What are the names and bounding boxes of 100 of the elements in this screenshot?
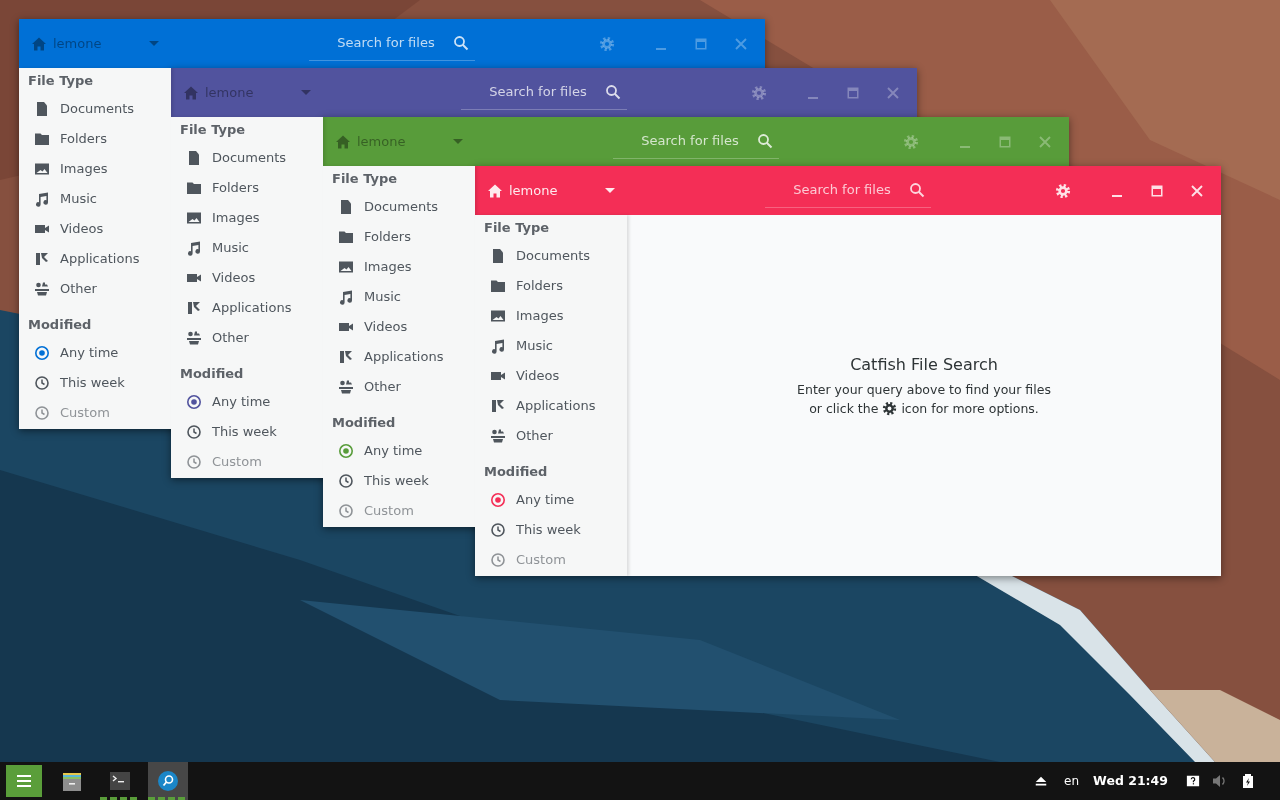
sidebar-item[interactable]: Folders [171, 173, 323, 203]
section-title: Modified [331, 414, 397, 433]
close-icon [1037, 133, 1053, 150]
settings-icon [751, 84, 767, 101]
folder-icon [490, 278, 506, 294]
sidebar-item[interactable]: Documents [323, 192, 475, 222]
sidebar-item[interactable]: Any time [19, 338, 171, 368]
battery-icon [1240, 773, 1256, 789]
sidebar-item[interactable]: Applications [171, 293, 323, 323]
section-title: Modified [483, 463, 549, 482]
home-icon [183, 84, 199, 101]
toolbox-icon [490, 428, 506, 444]
sidebar-item[interactable]: This week [475, 515, 627, 545]
section-title: File Type [27, 72, 95, 91]
sidebar-item[interactable]: This week [323, 466, 475, 496]
minimize-icon [808, 96, 818, 99]
folder-icon [34, 131, 50, 147]
section-title: Modified [27, 316, 93, 335]
sidebar-item[interactable]: Folders [323, 222, 475, 252]
keyboard-layout[interactable]: en [1064, 772, 1080, 790]
sidebar-item[interactable]: Any time [171, 387, 323, 417]
search-icon [605, 84, 621, 100]
section-title: File Type [483, 219, 551, 238]
help-icon [1186, 774, 1200, 788]
volume-icon [1212, 773, 1228, 789]
sidebar-item[interactable]: Images [323, 252, 475, 282]
sidebar-item[interactable]: Documents [475, 241, 627, 271]
applications-icon [34, 251, 50, 267]
image-icon [34, 161, 50, 177]
search-field[interactable]: Search for files [775, 179, 909, 201]
image-icon [338, 259, 354, 275]
sidebar-item[interactable]: Videos [171, 263, 323, 293]
empty-state-text: or click the [809, 399, 879, 418]
sidebar-item[interactable]: Videos [19, 214, 171, 244]
toolbox-icon [338, 379, 354, 395]
sidebar-item[interactable]: Music [19, 184, 171, 214]
applications-icon [186, 300, 202, 316]
sidebar-item[interactable]: Folders [19, 124, 171, 154]
sidebar-item[interactable]: Applications [323, 342, 475, 372]
empty-state-text: Enter your query above to find your files [797, 380, 1051, 399]
menu-button[interactable] [6, 765, 42, 797]
taskbar-button[interactable] [148, 762, 188, 800]
applications-icon [338, 349, 354, 365]
music-note-icon [338, 289, 354, 305]
image-icon [186, 210, 202, 226]
home-icon [31, 35, 47, 52]
caret-icon [453, 139, 463, 144]
sidebar-item[interactable]: Images [171, 203, 323, 233]
search-app-icon [158, 771, 178, 791]
search-field[interactable]: Search for files [623, 130, 757, 152]
sidebar-item[interactable]: Other [19, 274, 171, 304]
close-icon [733, 35, 749, 52]
sidebar-item[interactable]: Any time [323, 436, 475, 466]
folder-icon [338, 229, 354, 245]
empty-state-text: icon for more options. [901, 399, 1039, 418]
sidebar-item[interactable]: Videos [323, 312, 475, 342]
sidebar-item[interactable]: Folders [475, 271, 627, 301]
sidebar-item[interactable]: Music [475, 331, 627, 361]
sidebar-item[interactable]: Documents [19, 94, 171, 124]
document-icon [34, 101, 50, 117]
sidebar-item[interactable]: This week [171, 417, 323, 447]
search-field[interactable]: Search for files [319, 32, 453, 54]
sidebar-item[interactable]: Images [19, 154, 171, 184]
sidebar-item[interactable]: Music [323, 282, 475, 312]
music-note-icon [34, 191, 50, 207]
clock[interactable]: Wed 21:49 [1093, 771, 1168, 791]
close-icon [1189, 182, 1205, 199]
caret-icon [605, 188, 615, 193]
sidebar-item[interactable]: Applications [475, 391, 627, 421]
sidebar-item[interactable]: Images [475, 301, 627, 331]
minimize-icon [1112, 194, 1122, 197]
applications-icon [490, 398, 506, 414]
sidebar-item[interactable]: Documents [171, 143, 323, 173]
sidebar-item[interactable]: This week [19, 368, 171, 398]
image-icon [490, 308, 506, 324]
music-note-icon [490, 338, 506, 354]
terminal-icon [110, 771, 130, 791]
search-icon [909, 182, 925, 198]
settings-icon [1055, 182, 1071, 199]
sidebar-item[interactable]: Other [171, 323, 323, 353]
document-icon [338, 199, 354, 215]
minimize-icon [960, 145, 970, 148]
home-icon [335, 133, 351, 150]
document-icon [490, 248, 506, 264]
sidebar-item[interactable]: Music [171, 233, 323, 263]
location-button[interactable]: lemone [475, 170, 625, 211]
search-icon [453, 35, 469, 51]
sidebar-item[interactable]: Videos [475, 361, 627, 391]
sidebar-item[interactable]: Other [475, 421, 627, 451]
empty-state-title: Catfish File Search [850, 353, 998, 376]
section-title: Modified [179, 365, 245, 384]
music-note-icon [186, 240, 202, 256]
close-icon [885, 84, 901, 101]
settings-icon [882, 401, 898, 417]
section-title: File Type [331, 170, 399, 189]
search-field[interactable]: Search for files [471, 81, 605, 103]
caret-icon [301, 90, 311, 95]
sidebar-item[interactable]: Applications [19, 244, 171, 274]
sidebar-item[interactable]: Other [323, 372, 475, 402]
sidebar-item[interactable]: Any time [475, 485, 627, 515]
